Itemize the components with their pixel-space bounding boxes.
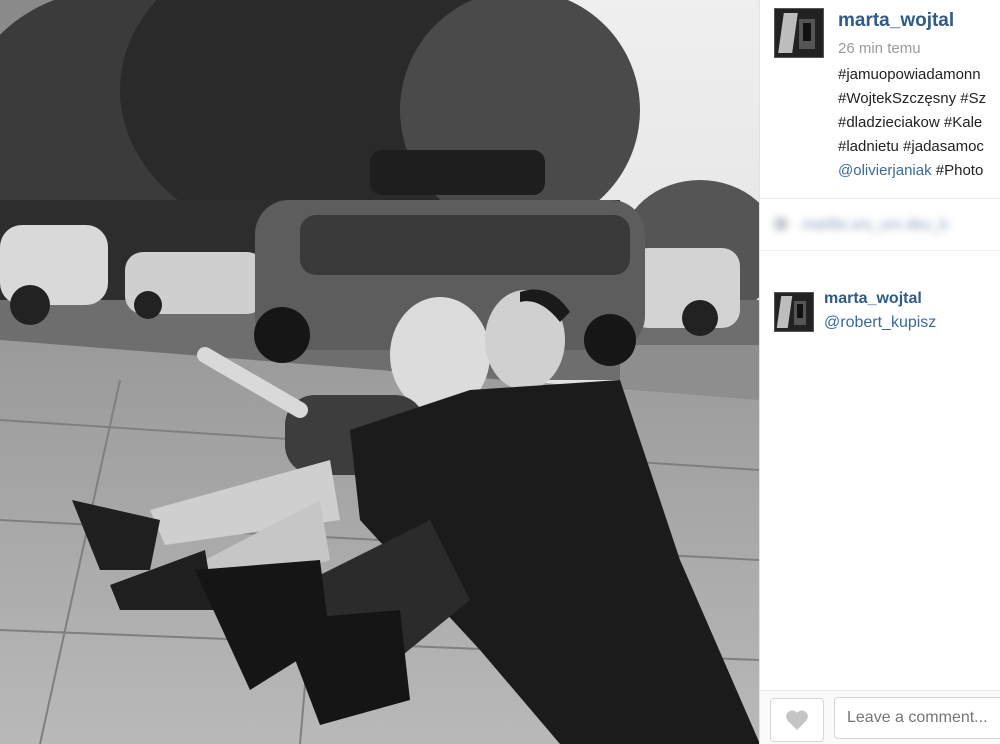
- blurred-comment: marlila uro_uro deu_b: [774, 212, 1000, 240]
- caption-mention-link[interactable]: @olivierjaniak: [838, 162, 932, 179]
- photo-illustration: [0, 0, 759, 744]
- post-photo[interactable]: [0, 0, 759, 744]
- caption-line: #dladzieciakow #Kale: [838, 114, 983, 131]
- blurred-comment-text: marlila uro_uro deu_b: [802, 216, 948, 233]
- comment-username[interactable]: marta_wojtal: [824, 290, 922, 308]
- user-avatar[interactable]: [774, 8, 824, 58]
- caption-line: #jamuopowiadamonn: [838, 66, 981, 83]
- comment-mention[interactable]: @robert_kupisz: [824, 314, 936, 332]
- post-timestamp: 26 min temu: [838, 40, 921, 57]
- caption-line: #ladnietu #jadasamoc: [838, 138, 984, 155]
- comment-avatar[interactable]: [774, 292, 814, 332]
- blurred-avatar: [774, 217, 788, 231]
- divider: [760, 198, 1000, 199]
- caption-line: #WojtekSzczęsny #Sz: [838, 90, 987, 107]
- caption-tail: #Photo: [931, 162, 984, 179]
- divider: [760, 250, 1000, 251]
- comment-input[interactable]: [834, 697, 1000, 739]
- post-username[interactable]: marta_wojtal: [838, 10, 954, 32]
- like-button[interactable]: [770, 698, 824, 742]
- caption-line: @olivierjaniak #Photo: [838, 162, 983, 179]
- comment-bar: [760, 690, 1000, 744]
- post-sidebar: marta_wojtal 26 min temu #jamuopowiadamo…: [759, 0, 1000, 744]
- heart-icon: [786, 710, 808, 730]
